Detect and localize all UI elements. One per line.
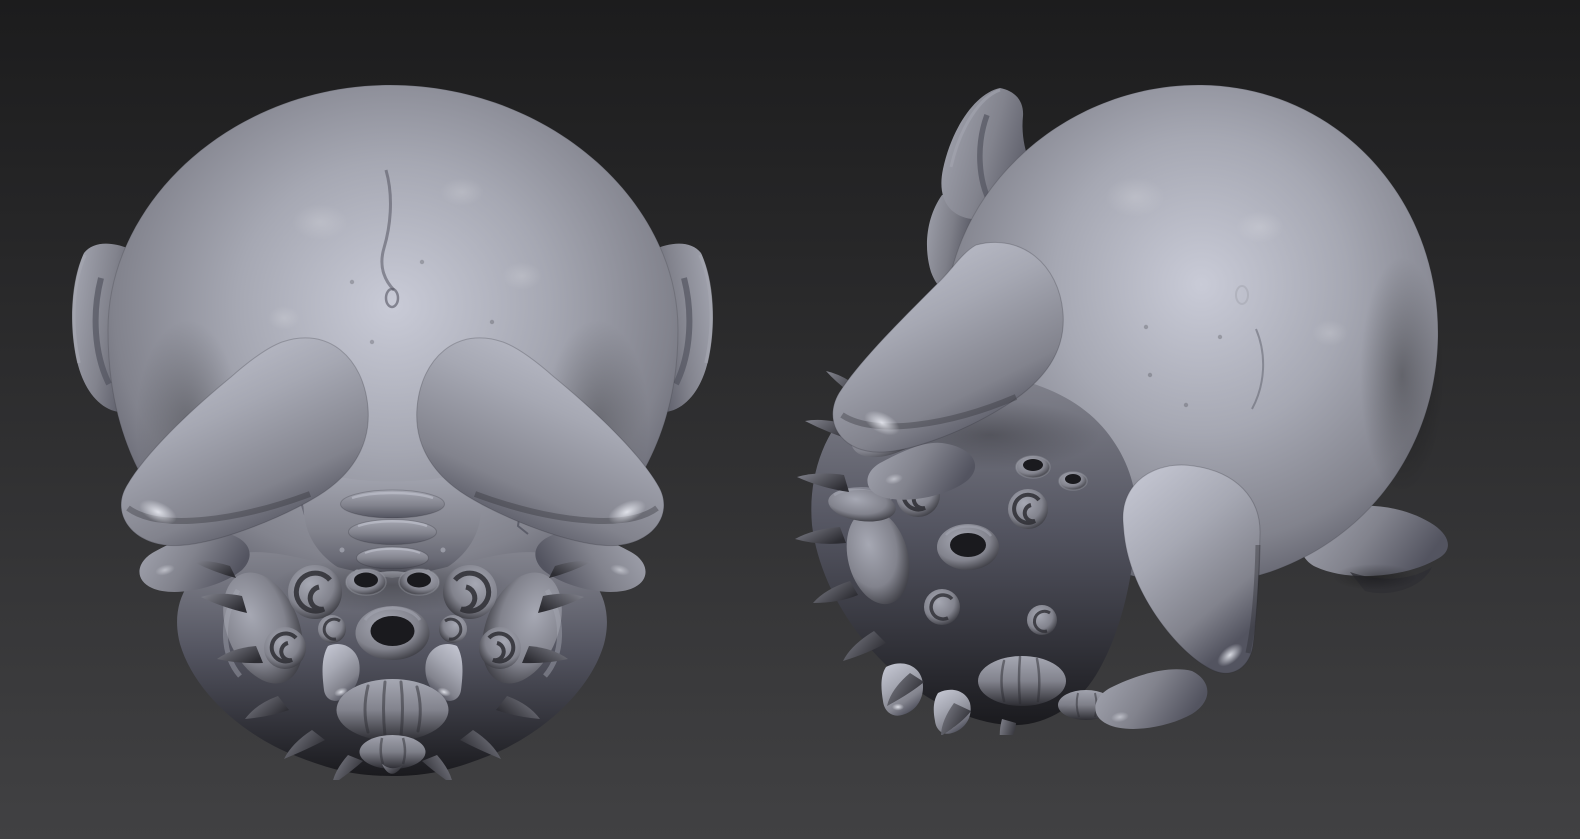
lower-lip-roll — [336, 679, 449, 741]
surface-bump — [1312, 320, 1348, 346]
surface-bump — [292, 204, 348, 240]
creature-head-three-quarter-view[interactable] — [790, 75, 1455, 735]
surface-bump — [268, 306, 300, 330]
right-edge-shade — [1360, 257, 1444, 493]
three-quarter-view-render — [795, 84, 1448, 735]
creature-head-front-view[interactable] — [70, 80, 715, 780]
surface-bump — [1236, 211, 1284, 243]
front-view-render — [72, 84, 715, 780]
chin-fold — [359, 735, 426, 769]
sculpt-viewport[interactable] — [0, 0, 1580, 839]
surface-bump — [502, 262, 542, 290]
surface-bump — [1105, 177, 1165, 217]
surface-bump — [440, 178, 484, 206]
lower-lip-roll — [978, 656, 1066, 706]
front-view-beard — [139, 532, 645, 780]
